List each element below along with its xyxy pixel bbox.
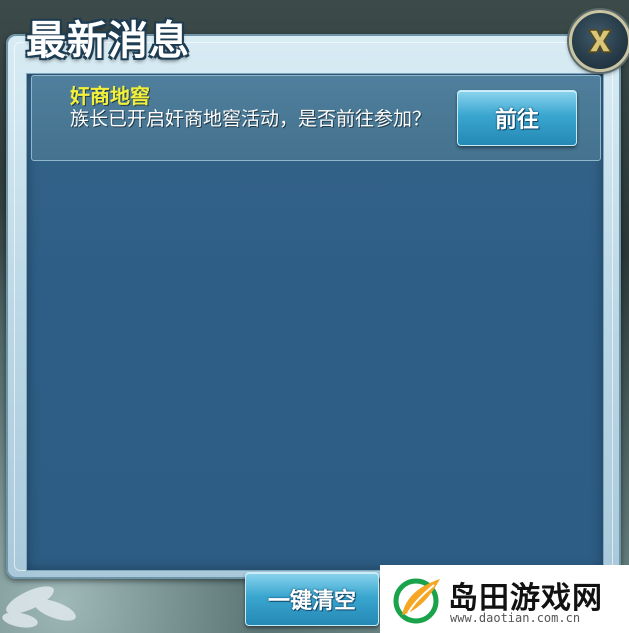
close-button[interactable] (569, 10, 629, 72)
watermark: 岛田游戏网 www.daotian.com.cn (380, 565, 629, 633)
clear-all-button[interactable]: 一键清空 (245, 572, 379, 626)
message-item: 奸商地窖 族长已开启奸商地窖活动，是否前往参加？ 前往 (31, 75, 601, 161)
message-title: 奸商地窖 (70, 84, 150, 108)
watermark-url: www.daotian.com.cn (450, 611, 581, 625)
leaf-logo-icon (393, 578, 440, 624)
dialog-title: 最新消息 (26, 17, 190, 64)
close-x-icon (587, 29, 613, 53)
go-button[interactable]: 前往 (457, 90, 577, 146)
message-body: 族长已开启奸商地窖活动，是否前往参加？ (70, 108, 432, 130)
